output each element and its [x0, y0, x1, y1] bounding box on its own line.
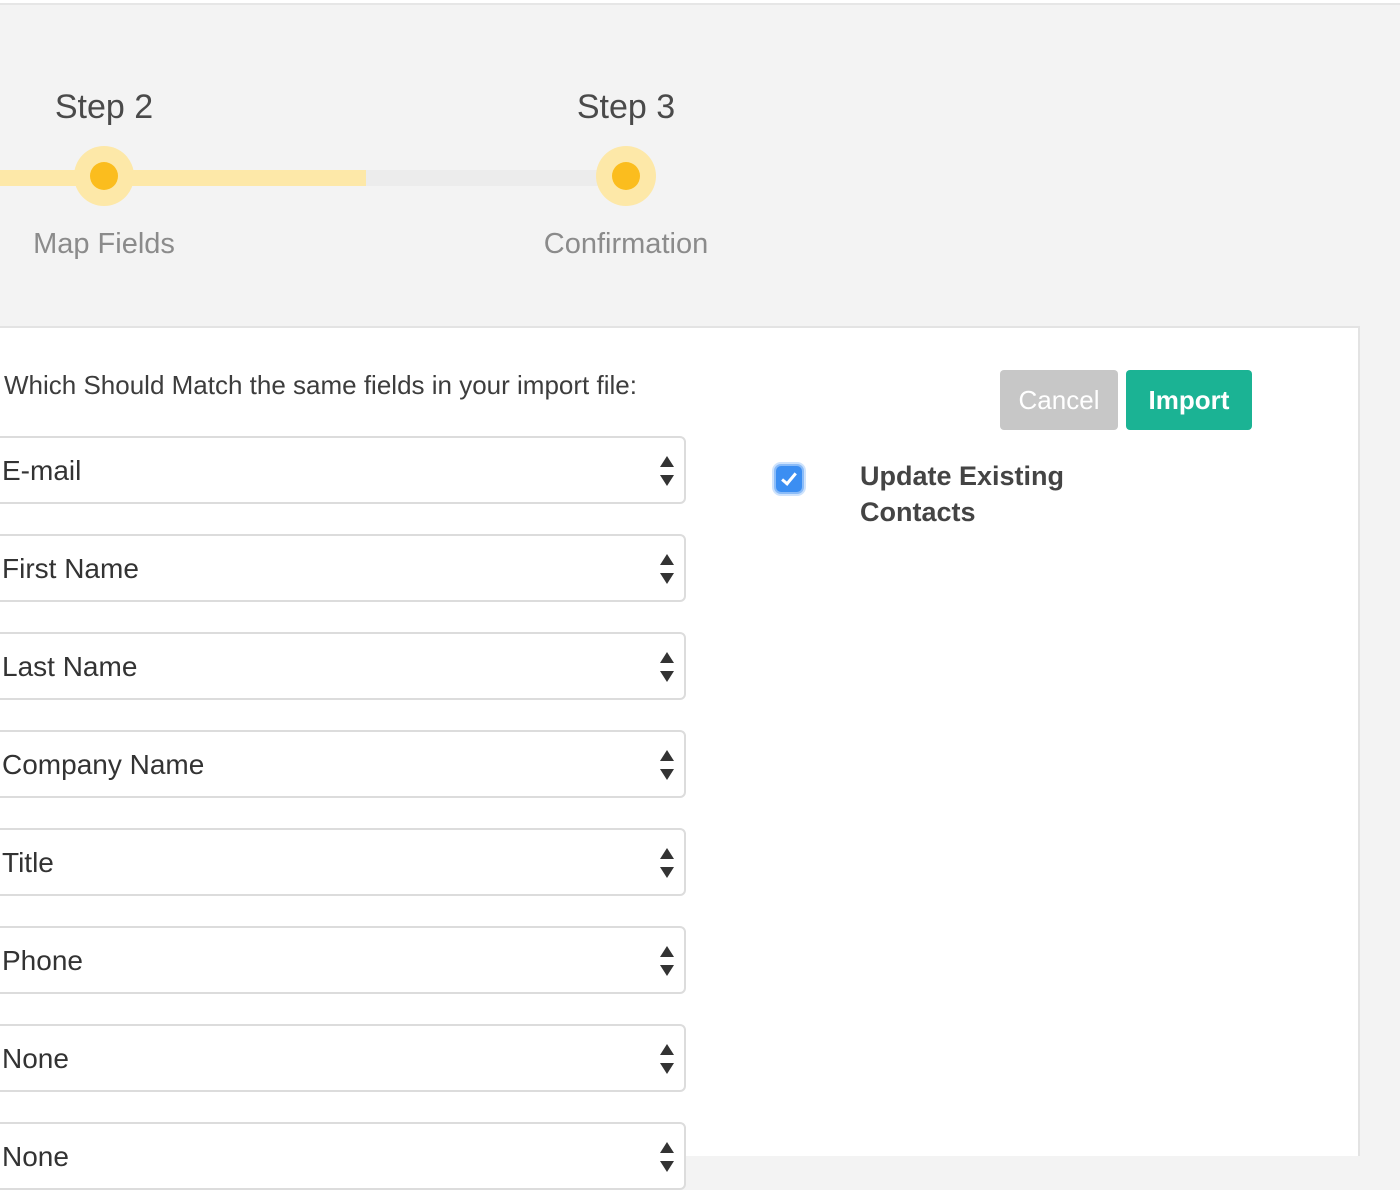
select-arrows-icon: [660, 1044, 674, 1074]
select-arrows-icon: [660, 652, 674, 682]
field-select-phone[interactable]: Phone: [0, 926, 686, 994]
field-select-email[interactable]: E-mail: [0, 436, 686, 504]
field-select-none-1[interactable]: None: [0, 1024, 686, 1092]
select-value: E-mail: [2, 455, 82, 486]
instruction-text: Which Should Match the same fields in yo…: [4, 370, 637, 400]
field-select-company-name[interactable]: Company Name: [0, 730, 686, 798]
select-value: Last Name: [2, 651, 138, 682]
field-select-title[interactable]: Title: [0, 828, 686, 896]
step-subtitle: Confirmation: [543, 228, 709, 260]
checkmark-icon: [781, 469, 797, 486]
select-arrows-icon: [660, 1142, 674, 1172]
select-arrows-icon: [660, 848, 674, 878]
field-select-first-name[interactable]: First Name: [0, 534, 686, 602]
select-value: None: [2, 1043, 69, 1074]
map-fields-panel: Which Should Match the same fields in yo…: [0, 326, 1360, 1190]
select-value: First Name: [2, 553, 139, 584]
field-select-none-2[interactable]: None: [0, 1122, 686, 1190]
select-value: None: [2, 1141, 69, 1172]
step-subtitle: Map Fields: [33, 228, 175, 260]
step-title: Step 2: [54, 88, 154, 126]
select-arrows-icon: [660, 750, 674, 780]
import-button[interactable]: Import: [1126, 370, 1252, 430]
update-existing-checkbox[interactable]: [774, 464, 804, 494]
cancel-button[interactable]: Cancel: [1000, 370, 1118, 430]
select-value: Phone: [2, 945, 83, 976]
step-indicator-dot: [74, 146, 134, 206]
select-value: Company Name: [2, 749, 205, 780]
progress-track-completed: [0, 170, 366, 186]
step-title: Step 3: [576, 88, 676, 126]
select-value: Title: [2, 847, 54, 878]
step-indicator-dot: [596, 146, 656, 206]
select-arrows-icon: [660, 456, 674, 486]
progress-track-remaining: [366, 170, 626, 186]
update-existing-label[interactable]: Update Existing Contacts: [860, 458, 1120, 530]
field-select-last-name[interactable]: Last Name: [0, 632, 686, 700]
select-arrows-icon: [660, 946, 674, 976]
select-arrows-icon: [660, 554, 674, 584]
import-stepper: Step 2 Map Fields Step 3 Confirmation: [0, 0, 1400, 328]
